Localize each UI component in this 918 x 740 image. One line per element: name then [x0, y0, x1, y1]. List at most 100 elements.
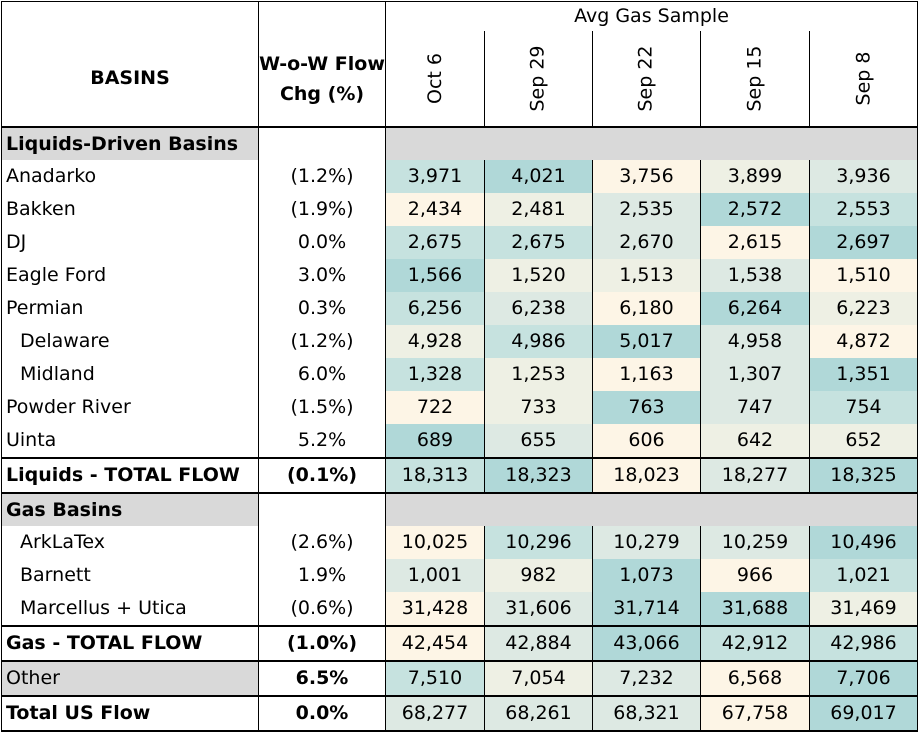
flow-value-cell: 722	[385, 391, 485, 424]
date-label: Sep 22	[635, 45, 657, 112]
wow-change-value: (0.6%)	[258, 592, 386, 626]
flow-value-cell: 3,899	[700, 160, 810, 193]
flow-value-cell: 1,328	[385, 358, 485, 391]
wow-change-value: 3.0%	[258, 259, 386, 292]
wow-change-value: (0.1%)	[258, 457, 386, 494]
row-label: DJ	[1, 226, 259, 259]
date-label: Sep 15	[743, 45, 766, 112]
flow-value-cell: 4,986	[484, 325, 593, 358]
flow-value-cell: 733	[484, 391, 593, 424]
flow-value-cell: 1,520	[484, 259, 593, 292]
flow-value-cell: 1,307	[700, 358, 810, 391]
flow-value-cell: 42,986	[809, 625, 918, 662]
table-row: Midland 6.0% 1,328 1,253 1,163 1,307 1,351	[1, 358, 918, 391]
wow-change-value: 5.2%	[258, 424, 386, 458]
flow-value-cell: 18,325	[809, 457, 918, 494]
flow-value-cell: 6,180	[592, 292, 701, 325]
flow-value-cell: 43,066	[592, 625, 701, 662]
wow-change-value: (1.2%)	[258, 325, 386, 358]
flow-value-cell: 68,321	[592, 696, 701, 732]
flow-value-cell: 10,025	[385, 526, 485, 559]
flow-value-cell: 652	[809, 424, 918, 458]
date-column-header: Sep 22	[592, 31, 701, 128]
flow-value-cell: 3,971	[385, 160, 485, 193]
table-row: Marcellus + Utica (0.6%) 31,428 31,606 31,71…	[1, 592, 918, 626]
header-row-columns: BASINS W-o-W Flow Chg (%) Oct 6 Sep 29 S…	[1, 31, 918, 128]
flow-value-cell: 42,454	[385, 625, 485, 662]
row-label: Total US Flow	[1, 696, 259, 732]
table-row: Permian 0.3% 6,256 6,238 6,180 6,264 6,223	[1, 292, 918, 325]
flow-value-cell: 747	[700, 391, 810, 424]
flow-value-cell: 1,163	[592, 358, 701, 391]
wow-change-value: 1.9%	[258, 559, 386, 592]
flow-value-cell: 3,756	[592, 160, 701, 193]
row-label: Powder River	[1, 391, 259, 424]
section-blank	[385, 127, 918, 160]
flow-value-cell: 31,688	[700, 592, 810, 626]
row-label: Liquids - TOTAL FLOW	[1, 457, 259, 494]
row-label: Bakken	[1, 193, 259, 226]
flow-value-cell: 4,928	[385, 325, 485, 358]
date-label: Sep 29	[527, 45, 549, 112]
flow-value-cell: 18,277	[700, 457, 810, 494]
wow-change-value: (2.6%)	[258, 526, 386, 559]
liquids-total-row: Liquids - TOTAL FLOW (0.1%) 18,313 18,323 18…	[1, 457, 918, 494]
row-label: Permian	[1, 292, 259, 325]
section-header-row: Gas Basins	[1, 493, 918, 526]
flow-value-cell: 67,758	[700, 696, 810, 732]
avg-gas-sample-header: Avg Gas Sample	[385, 1, 918, 31]
table-row: Bakken (1.9%) 2,434 2,481 2,535 2,572 2,553	[1, 193, 918, 226]
flow-value-cell: 966	[700, 559, 810, 592]
section-header-row: Liquids-Driven Basins	[1, 127, 918, 160]
flow-value-cell: 2,572	[700, 193, 810, 226]
wow-change-value: (1.0%)	[258, 625, 386, 662]
wow-change-value: 0.0%	[258, 696, 386, 732]
flow-value-cell: 606	[592, 424, 701, 458]
wow-change-value: (1.5%)	[258, 391, 386, 424]
header-row-group: Avg Gas Sample	[1, 1, 918, 31]
flow-value-cell: 6,568	[700, 660, 810, 697]
header-blank-wow	[258, 1, 386, 31]
flow-value-cell: 7,232	[592, 660, 701, 697]
wow-change-value: 6.0%	[258, 358, 386, 391]
total-us-row: Total US Flow 0.0% 68,277 68,261 68,321 67,75…	[1, 696, 918, 732]
section-title: Gas Basins	[1, 493, 259, 526]
date-label: Oct 6	[423, 53, 446, 104]
flow-value-cell: 2,675	[385, 226, 485, 259]
flow-value-cell: 10,259	[700, 526, 810, 559]
table-row: DJ 0.0% 2,675 2,675 2,670 2,615 2,697	[1, 226, 918, 259]
row-label: Anadarko	[1, 160, 259, 193]
section-blank	[385, 493, 918, 526]
flow-value-cell: 31,428	[385, 592, 485, 626]
flow-value-cell: 68,261	[484, 696, 593, 732]
table-row: Anadarko (1.2%) 3,971 4,021 3,756 3,899 3,936	[1, 160, 918, 193]
wow-change-value: 6.5%	[258, 660, 386, 697]
flow-value-cell: 10,496	[809, 526, 918, 559]
flow-value-cell: 42,884	[484, 625, 593, 662]
flow-value-cell: 6,238	[484, 292, 593, 325]
flow-value-cell: 6,223	[809, 292, 918, 325]
flow-value-cell: 1,001	[385, 559, 485, 592]
flow-value-cell: 10,279	[592, 526, 701, 559]
flow-value-cell: 18,323	[484, 457, 593, 494]
row-label: Eagle Ford	[1, 259, 259, 292]
flow-value-cell: 763	[592, 391, 701, 424]
flow-value-cell: 31,606	[484, 592, 593, 626]
flow-value-cell: 1,021	[809, 559, 918, 592]
flow-value-cell: 4,021	[484, 160, 593, 193]
section-blank	[258, 493, 386, 526]
date-column-header: Sep 29	[484, 31, 593, 128]
flow-value-cell: 42,912	[700, 625, 810, 662]
table-row: Barnett 1.9% 1,001 982 1,073 966 1,021	[1, 559, 918, 592]
flow-value-cell: 10,296	[484, 526, 593, 559]
flow-value-cell: 2,697	[809, 226, 918, 259]
flow-value-cell: 31,469	[809, 592, 918, 626]
header-blank-basins	[1, 1, 259, 31]
flow-value-cell: 18,023	[592, 457, 701, 494]
flow-value-cell: 7,054	[484, 660, 593, 697]
table-row: Delaware (1.2%) 4,928 4,986 5,017 4,958 4,872	[1, 325, 918, 358]
flow-value-cell: 2,535	[592, 193, 701, 226]
flow-value-cell: 655	[484, 424, 593, 458]
flow-value-cell: 1,253	[484, 358, 593, 391]
flow-value-cell: 4,872	[809, 325, 918, 358]
